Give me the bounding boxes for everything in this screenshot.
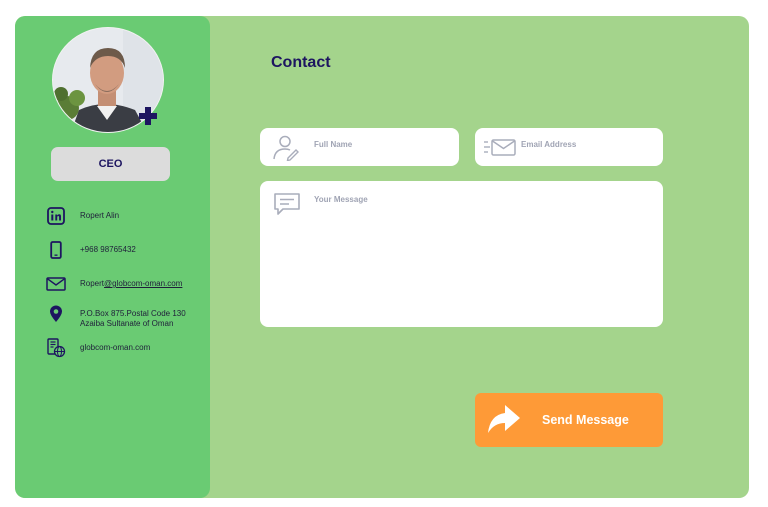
info-row-website: globcom-oman.com bbox=[45, 337, 205, 359]
email-placeholder: Email Address bbox=[521, 140, 577, 149]
contact-name: Ropert Alin bbox=[80, 211, 120, 220]
message-icon bbox=[274, 193, 300, 215]
message-field[interactable]: Your Message bbox=[260, 181, 663, 327]
contact-email[interactable]: Ropert@globcom-oman.com bbox=[80, 273, 182, 289]
page-title: Contact bbox=[271, 54, 331, 71]
info-row-address: P.O.Box 875.Postal Code 130 Azaiba Sultan… bbox=[45, 303, 205, 329]
user-edit-icon bbox=[273, 135, 299, 161]
full-name-placeholder: Full Name bbox=[314, 140, 353, 149]
plus-icon[interactable] bbox=[138, 106, 158, 126]
location-pin-icon bbox=[45, 303, 67, 325]
website-icon[interactable] bbox=[45, 337, 67, 359]
message-placeholder: Your Message bbox=[314, 195, 368, 204]
email-domain-link[interactable]: @globcom-oman.com bbox=[104, 279, 182, 288]
mail-icon[interactable] bbox=[45, 273, 67, 295]
role-label: CEO bbox=[98, 158, 123, 170]
profile-sidebar: CEO Ropert Alin +968 98765432 Ropert@glo… bbox=[15, 16, 210, 498]
envelope-fast-icon bbox=[484, 139, 516, 156]
contact-card: CEO Ropert Alin +968 98765432 Ropert@glo… bbox=[15, 16, 749, 498]
info-row-linkedin: Ropert Alin bbox=[45, 205, 205, 227]
role-badge: CEO bbox=[51, 147, 170, 181]
linkedin-icon[interactable] bbox=[45, 205, 67, 227]
info-row-email: Ropert@globcom-oman.com bbox=[45, 273, 205, 295]
phone-icon[interactable] bbox=[45, 239, 67, 261]
email-prefix: Ropert bbox=[80, 279, 105, 288]
avatar-container bbox=[52, 27, 164, 133]
share-arrow-icon bbox=[488, 405, 520, 433]
address-line-2: Azaiba Sultanate of Oman bbox=[80, 319, 174, 328]
address-line-1: P.O.Box 875.Postal Code 130 bbox=[80, 309, 186, 318]
send-message-label: Send Message bbox=[542, 413, 629, 427]
info-row-phone: +968 98765432 bbox=[45, 239, 205, 261]
email-field[interactable]: Email Address bbox=[475, 128, 663, 166]
send-message-button[interactable]: Send Message bbox=[475, 393, 663, 447]
full-name-field[interactable]: Full Name bbox=[260, 128, 459, 166]
contact-website[interactable]: globcom-oman.com bbox=[80, 337, 150, 353]
contact-address: P.O.Box 875.Postal Code 130 Azaiba Sultan… bbox=[80, 303, 186, 329]
contact-phone: +968 98765432 bbox=[80, 245, 136, 254]
